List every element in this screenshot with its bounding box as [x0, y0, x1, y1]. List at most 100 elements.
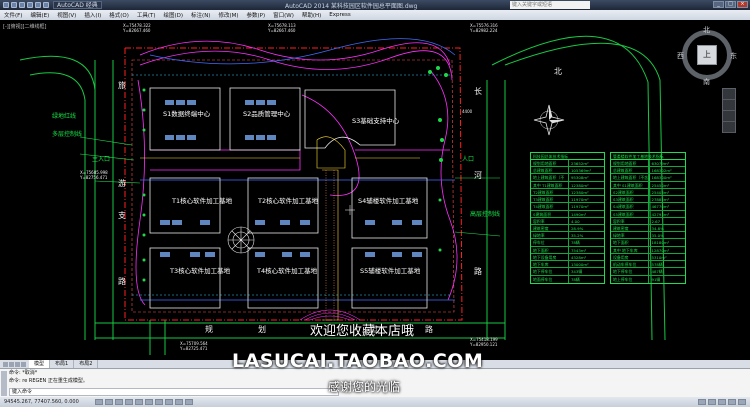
workspace-icon[interactable] [718, 399, 726, 405]
open-file-icon[interactable] [19, 2, 25, 8]
road-label-left-1: 旅 [118, 81, 126, 90]
next-tab-icon[interactable] [15, 361, 20, 367]
table-row: T2建筑面积 12380m² [531, 188, 604, 197]
quick-access-toolbar[interactable] [0, 2, 49, 8]
command-window-handle[interactable] [1, 371, 7, 396]
table-row: 容积率 4.00 [531, 217, 604, 225]
workspace-switcher[interactable]: AutoCAD 经典 [53, 1, 102, 9]
close-button[interactable]: × [737, 1, 748, 8]
menu-help[interactable]: 帮助(H) [298, 11, 325, 19]
building-label-t1: T1核心软件加工基地 [172, 197, 233, 205]
menu-insert[interactable]: 插入(I) [80, 11, 105, 19]
table-row: S3建筑面积 27885m² [611, 196, 685, 204]
menu-file[interactable]: 文件(F) [0, 11, 26, 19]
table-row: T4建筑面积 11970m² [531, 203, 604, 211]
road-label-bottom-3: 道 [370, 325, 378, 334]
minimize-button[interactable]: _ [713, 1, 724, 8]
maximize-button[interactable]: □ [725, 1, 736, 8]
table-row: 停车位 78辆 [531, 239, 604, 247]
tab-layout1[interactable]: 布局1 [50, 360, 75, 368]
compass-east[interactable]: 东 [730, 51, 737, 61]
tab-layout2[interactable]: 布局2 [74, 360, 99, 368]
table-row: 地下面积 7543m² [531, 246, 604, 254]
dynamic-ucs-icon[interactable] [155, 399, 163, 405]
command-window: 命令: *取消* 命令: re REGEN 正在重生成模型。 键入命令 [0, 368, 750, 397]
annotation-main-entrance: 主入口 [92, 156, 111, 163]
app-menu-icon[interactable] [3, 2, 9, 8]
last-tab-icon[interactable] [21, 361, 26, 367]
table-row: 建筑密度 28.9% [531, 224, 604, 233]
table-row: 总建筑面积 168302m² [611, 167, 685, 175]
model-space-icon[interactable] [698, 399, 706, 405]
north-label: 北 [554, 67, 562, 76]
menu-window[interactable]: 窗口(W) [269, 11, 298, 19]
command-input[interactable]: 键入命令 [9, 388, 339, 396]
dynamic-input-icon[interactable] [165, 399, 173, 405]
redo-icon[interactable] [43, 2, 49, 8]
compass-west[interactable]: 西 [677, 51, 684, 61]
building-label-s1: S1数据终端中心 [163, 110, 211, 118]
snap-mode-icon[interactable] [95, 399, 103, 405]
annotation-multi-control: 多层控制线 [52, 131, 83, 138]
annotation-scale-icon[interactable] [708, 399, 716, 405]
road-label-left-2: 游 [118, 179, 126, 188]
north-arrow-icon [533, 104, 565, 136]
table-row: 地下面积 18180m² [611, 239, 685, 247]
road-label-left-4: 路 [118, 277, 126, 286]
menu-modify[interactable]: 修改(M) [214, 11, 242, 19]
tech-index-table-1: 科技园总体技术指标 规划用地面积 23652m² 总建筑面积 105369m² 地上… [530, 152, 605, 284]
compass-north[interactable]: 北 [703, 25, 710, 35]
coord-top-4: Y=82667.460 [268, 28, 296, 33]
menu-view[interactable]: 视图(V) [53, 11, 80, 19]
road-label-bottom-2: 划 [258, 325, 266, 334]
save-icon[interactable] [27, 2, 33, 8]
steering-wheel-icon[interactable] [723, 89, 735, 100]
table-row: 地上建筑面积（不含地下）168300m² [611, 174, 685, 182]
road-label-right-3: 路 [474, 267, 482, 276]
table-row: 地上建筑面积（不含地下）95308m² [531, 174, 604, 182]
menu-edit[interactable]: 编辑(E) [26, 11, 53, 19]
search-input[interactable]: 键入关键字或短语 [510, 1, 590, 9]
first-tab-icon[interactable] [3, 361, 8, 367]
annotation-green-line: 绿地红线 [52, 113, 77, 120]
undo-icon[interactable] [35, 2, 41, 8]
drawing-canvas[interactable]: [-][俯视][二维线框] S1数据终端中心 S2品质管理中心 S3基础支持中心… [0, 20, 750, 360]
viewcube[interactable]: 上 北 南 东 西 [677, 25, 737, 87]
navigation-bar[interactable] [722, 88, 736, 133]
road-label-bottom-4: 路 [425, 325, 433, 334]
menu-draw[interactable]: 绘图(D) [160, 11, 188, 19]
clean-screen-icon[interactable] [738, 399, 746, 405]
menu-tools[interactable]: 工具(T) [133, 11, 160, 19]
coord-top-2: Y=82667.460 [123, 28, 151, 33]
object-snap-tracking-icon[interactable] [145, 399, 153, 405]
menu-dimension[interactable]: 标注(N) [187, 11, 214, 19]
lock-icon[interactable] [728, 399, 736, 405]
grid-display-icon[interactable] [105, 399, 113, 405]
road-label-bottom-1: 规 [205, 325, 213, 334]
new-file-icon[interactable] [11, 2, 17, 8]
viewport-controls[interactable]: [-][俯视][二维线框] [3, 23, 47, 30]
pan-icon[interactable] [723, 100, 735, 111]
dimension-right: 4400 [462, 109, 473, 114]
table-row: 地下设备用房 4328m² [531, 253, 604, 262]
compass-south[interactable]: 南 [703, 77, 710, 87]
table-row: 总建筑面积 105369m² [531, 167, 604, 175]
viewcube-top-face[interactable]: 上 [697, 45, 717, 65]
layout-tabs: 模型 布局1 布局2 [0, 360, 750, 368]
orbit-icon[interactable] [723, 122, 735, 133]
table-row: 机动车停车位 578辆 [611, 261, 685, 269]
polar-tracking-icon[interactable] [125, 399, 133, 405]
prev-tab-icon[interactable] [9, 361, 14, 367]
menu-express[interactable]: Express [325, 12, 354, 18]
lineweight-icon[interactable] [175, 399, 183, 405]
object-snap-icon[interactable] [135, 399, 143, 405]
quick-properties-icon[interactable] [185, 399, 193, 405]
table-1-title: 科技园总体技术指标 [531, 153, 604, 160]
coord-bottom-2: Y=82725.471 [180, 346, 208, 351]
tab-model[interactable]: 模型 [29, 360, 51, 368]
menu-parametric[interactable]: 参数(P) [243, 11, 270, 19]
menu-format[interactable]: 格式(O) [105, 11, 133, 19]
zoom-icon[interactable] [723, 111, 735, 122]
table-row: S4建筑面积 46770m² [611, 203, 685, 211]
ortho-mode-icon[interactable] [115, 399, 123, 405]
